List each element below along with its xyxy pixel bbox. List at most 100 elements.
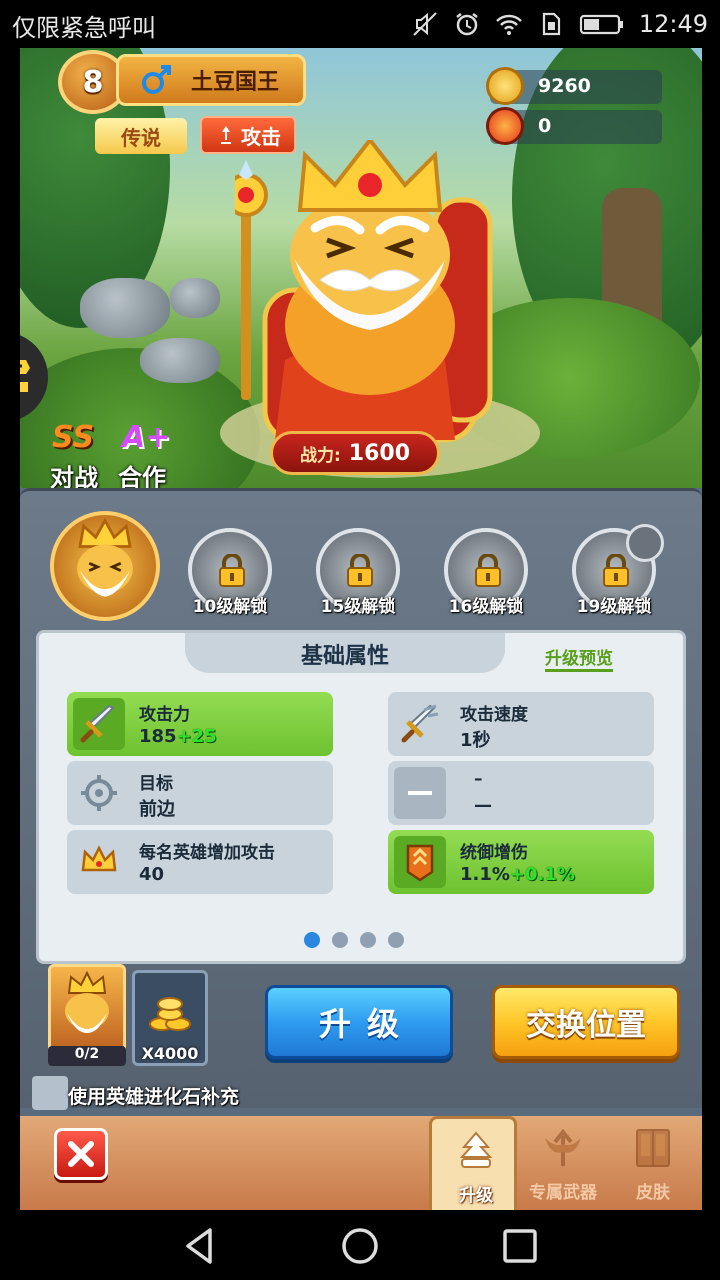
tab-exclusive-weapon-label: 专属武器 xyxy=(529,1183,597,1203)
banner-icon xyxy=(394,836,446,888)
role-tag: 攻击 xyxy=(200,116,296,154)
gold-amount: 9260 xyxy=(538,75,591,97)
evolution-count: 0/2 xyxy=(48,1046,126,1066)
attr-attack-speed-label: 攻击速度 xyxy=(460,705,528,725)
background-rock xyxy=(80,278,170,338)
close-icon xyxy=(68,1141,94,1167)
lock-icon xyxy=(475,554,501,587)
weapon-icon xyxy=(545,1128,581,1166)
attr-attack-speed: 攻击速度 1秒 xyxy=(388,692,654,756)
hero-scene: 8 土豆国王 传说 攻击 9260 0 SS A+ 对战 合作 战力: 1600 xyxy=(20,48,702,488)
home-icon[interactable] xyxy=(338,1224,382,1268)
skill-info-icon[interactable] xyxy=(626,524,664,562)
mode-rank-badges: SS A+ xyxy=(52,420,182,460)
attr-attack: 攻击力 185+25 xyxy=(67,692,333,756)
attr-command-damage: 统御增伤 1.1%+0.1% xyxy=(388,830,654,894)
tab-skin[interactable]: 皮肤 xyxy=(609,1116,697,1210)
lock-icon xyxy=(347,554,373,587)
hero-skill-avatar[interactable] xyxy=(50,511,160,621)
recents-icon[interactable] xyxy=(498,1224,542,1268)
attr-command-damage-value: 1.1%+0.1% xyxy=(460,864,575,885)
use-evolution-stone-checkbox[interactable] xyxy=(32,1076,68,1110)
attr-attack-speed-value: 1秒 xyxy=(460,730,491,751)
page-dot[interactable] xyxy=(388,932,404,948)
upgrade-button[interactable]: 升级 xyxy=(265,985,453,1059)
king-face-icon xyxy=(77,517,133,597)
attr-empty-label: – xyxy=(474,769,483,789)
coin-pile-icon xyxy=(149,997,191,1031)
attr-per-hero-attack-value: 40 xyxy=(139,864,165,885)
crosshair-icon xyxy=(73,767,125,819)
pvp-label: 对战 xyxy=(50,464,98,488)
attr-empty-value: — xyxy=(474,795,492,816)
tab-skin-label: 皮肤 xyxy=(636,1183,670,1203)
attr-per-hero-attack: 每名英雄增加攻击 40 xyxy=(67,830,333,894)
male-icon xyxy=(142,65,171,94)
tab-upgrade-label: 升级 xyxy=(459,1186,493,1206)
status-icons: 12:49 xyxy=(411,6,708,42)
attack-role-icon xyxy=(221,126,231,144)
skill-slot-4-label: 19级解锁 xyxy=(576,597,652,617)
attr-per-hero-attack-label: 每名英雄增加攻击 xyxy=(139,843,275,863)
page-dot[interactable] xyxy=(304,932,320,948)
attr-target: 目标 前边 xyxy=(67,761,333,825)
coin-cost: X4000 xyxy=(141,1044,199,1063)
clock: 12:49 xyxy=(638,10,708,38)
skill-slot-1-label: 10级解锁 xyxy=(192,597,268,617)
mute-icon xyxy=(411,10,439,38)
hero-name: 土豆国王 xyxy=(191,70,280,95)
crown-icon xyxy=(73,836,125,888)
attr-attack-value: 185+25 xyxy=(139,726,217,747)
hero-name-plate: 土豆国王 xyxy=(116,54,306,106)
king-card-icon xyxy=(65,970,109,1033)
lock-icon xyxy=(603,554,629,587)
upgrade-icon xyxy=(459,1131,493,1168)
gold-counter: 9260 xyxy=(486,67,662,105)
rarity-tag: 传说 xyxy=(95,118,187,154)
hero-level: 8 xyxy=(82,64,104,100)
attr-target-value: 前边 xyxy=(139,799,175,820)
tab-upgrade[interactable]: 升级 xyxy=(429,1116,517,1210)
page-dot[interactable] xyxy=(332,932,348,948)
attributes-title: 基础属性 xyxy=(300,644,389,669)
power-plate: 战力: 1600 xyxy=(270,431,440,475)
wardrobe-icon xyxy=(636,1129,670,1167)
power-label: 战力: xyxy=(299,445,341,466)
navigation-bar xyxy=(0,1210,720,1280)
swap-position-button[interactable]: 交换位置 xyxy=(492,985,680,1059)
back-icon[interactable] xyxy=(178,1224,222,1268)
fire-amount: 0 xyxy=(538,115,552,137)
close-button[interactable] xyxy=(54,1128,108,1180)
battery-icon xyxy=(579,10,625,38)
coop-rank-badge: A+ xyxy=(122,420,171,455)
hero-portrait[interactable] xyxy=(235,140,500,450)
gold-coin-icon xyxy=(486,67,524,105)
attr-command-damage-label: 统御增伤 xyxy=(460,843,528,863)
status-bar: 仅限紧急呼叫 12:49 xyxy=(0,0,720,48)
attr-empty: – — xyxy=(388,761,654,825)
sim-icon xyxy=(537,10,565,38)
power-value: 1600 xyxy=(348,440,411,466)
character-peek-icon xyxy=(20,360,30,392)
upgrade-preview-link[interactable]: 升级预览 xyxy=(545,644,613,672)
carrier-text: 仅限紧急呼叫 xyxy=(12,14,156,42)
game-viewport: 8 土豆国王 传说 攻击 9260 0 SS A+ 对战 合作 战力: 1600… xyxy=(20,48,702,1210)
background-rock xyxy=(140,338,220,383)
fire-gem-icon xyxy=(486,107,524,145)
fire-counter: 0 xyxy=(486,107,662,145)
skill-slot-3-label: 16级解锁 xyxy=(448,597,524,617)
page-indicator xyxy=(304,932,404,948)
role-tag-label: 攻击 xyxy=(241,124,281,149)
skill-slot-2-label: 15级解锁 xyxy=(320,597,396,617)
attr-target-label: 目标 xyxy=(139,774,173,794)
pvp-rank-badge: SS xyxy=(52,420,95,455)
background-rock xyxy=(170,278,220,318)
tab-exclusive-weapon[interactable]: 专属武器 xyxy=(519,1116,607,1210)
wifi-icon xyxy=(495,10,523,38)
lock-icon xyxy=(219,554,245,587)
use-evolution-stone-label: 使用英雄进化石补充 xyxy=(68,1086,240,1108)
coop-label: 合作 xyxy=(118,464,166,488)
page-dot[interactable] xyxy=(360,932,376,948)
attr-attack-label: 攻击力 xyxy=(139,705,190,725)
speed-sword-icon xyxy=(394,698,446,750)
